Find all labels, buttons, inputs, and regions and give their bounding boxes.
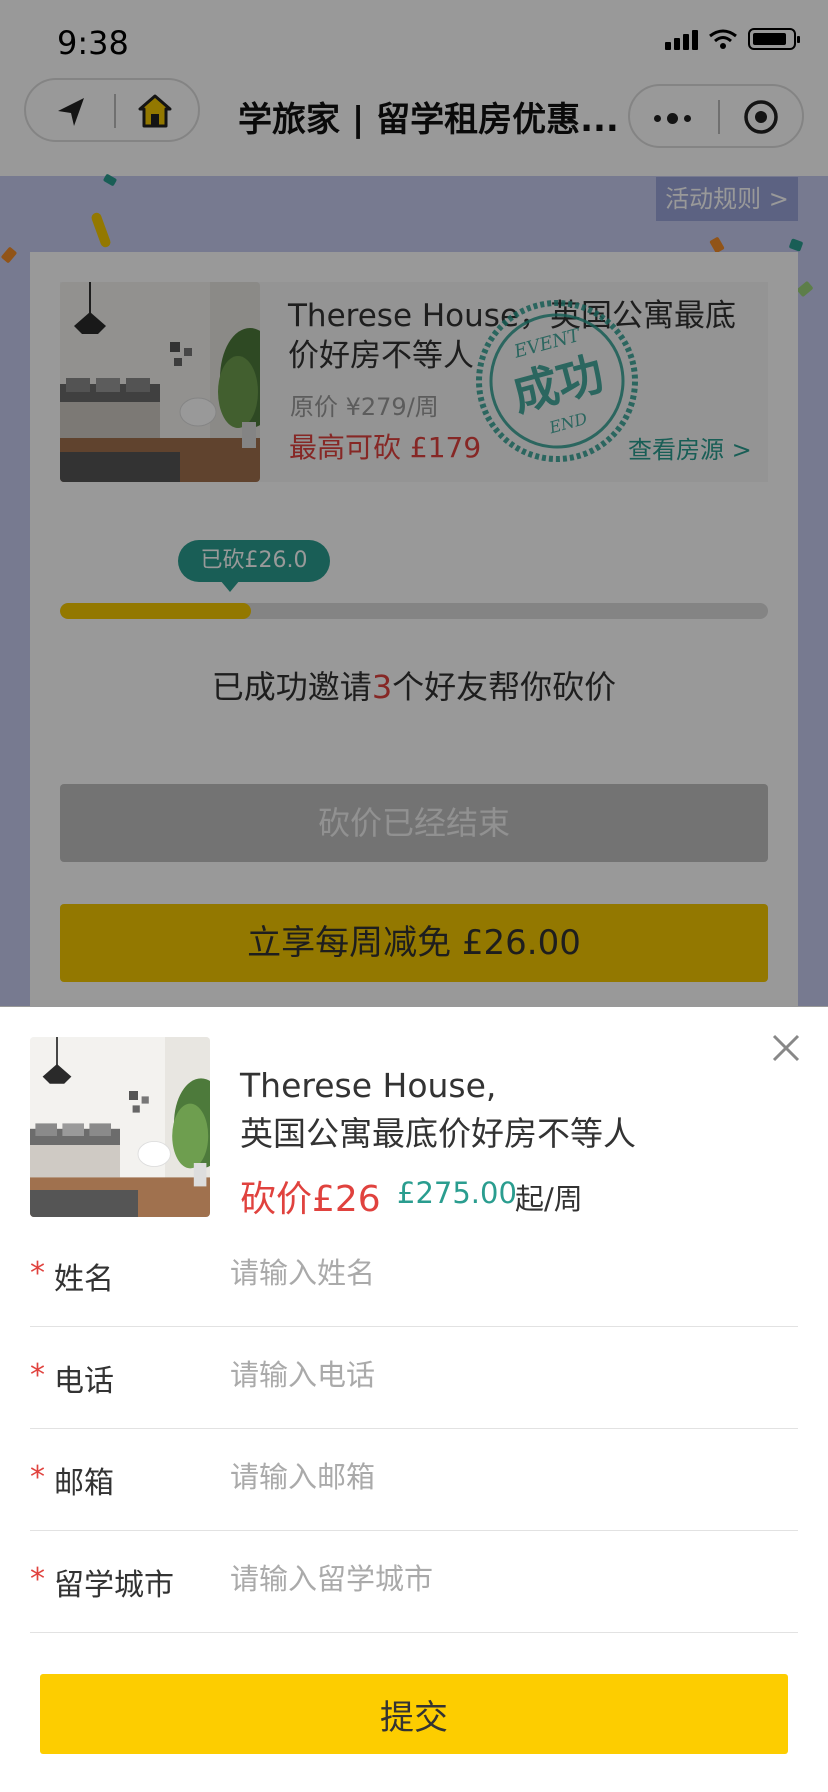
close-icon[interactable] xyxy=(768,1030,804,1066)
sheet-product-title: Therese House, 英国公寓最底价好房不等人 xyxy=(240,1062,800,1158)
required-marker: * xyxy=(30,1256,45,1291)
required-marker: * xyxy=(30,1358,45,1393)
form-row-name: * 姓名 xyxy=(30,1226,798,1327)
name-input[interactable] xyxy=(230,1250,770,1296)
city-input[interactable] xyxy=(230,1556,770,1602)
sheet-title-line1: Therese House, xyxy=(240,1066,497,1105)
email-input[interactable] xyxy=(230,1454,770,1500)
required-marker: * xyxy=(30,1562,45,1597)
sheet-title-line2: 英国公寓最底价好房不等人 xyxy=(240,1114,636,1153)
form-row-city: * 留学城市 xyxy=(30,1532,798,1633)
form-row-phone: * 电话 xyxy=(30,1328,798,1429)
email-label: 邮箱 xyxy=(54,1466,114,1501)
city-label: 留学城市 xyxy=(54,1568,174,1603)
phone-label: 电话 xyxy=(54,1364,114,1399)
modal-overlay[interactable] xyxy=(0,0,828,1007)
sheet-price-unit: 起/周 xyxy=(515,1182,583,1216)
name-label: 姓名 xyxy=(54,1262,114,1297)
sheet-product-image xyxy=(30,1037,210,1217)
submit-button[interactable]: 提交 xyxy=(40,1674,788,1754)
sheet-cut-amount: 砍价£26 xyxy=(240,1179,381,1220)
form-row-email: * 邮箱 xyxy=(30,1430,798,1531)
phone-input[interactable] xyxy=(230,1352,770,1398)
required-marker: * xyxy=(30,1460,45,1495)
sheet-price: £275.00 xyxy=(397,1176,517,1210)
